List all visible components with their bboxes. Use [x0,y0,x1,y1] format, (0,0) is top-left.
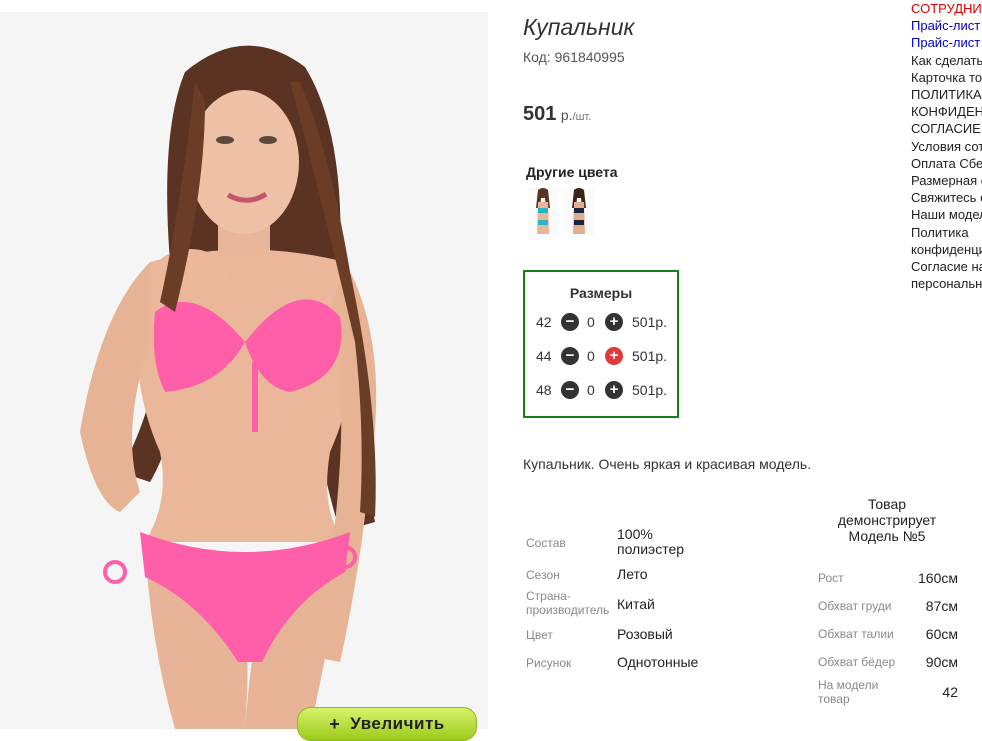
model-photo-illustration [0,12,488,729]
decrement-button[interactable]: − [561,313,579,331]
model-value: 60см [925,626,958,642]
menu-link[interactable]: Размерная сетка [911,172,982,189]
product-photo[interactable] [0,12,488,729]
color-variant-thumbnail-navy[interactable] [564,188,594,236]
swimsuit-navy-icon [564,188,594,236]
model-key: Обхват груди [818,599,892,613]
size-label: 44 [536,348,552,364]
menu-link[interactable]: Наши модели [911,206,982,223]
zoom-button[interactable]: + Увеличить [297,707,477,741]
size-label: 42 [536,314,552,330]
menu-link[interactable]: конфиденциальности [911,241,982,258]
size-label: 48 [536,382,552,398]
menu-link[interactable]: СОГЛАСИЕ [911,120,982,137]
price-currency: р. [560,107,573,123]
sizes-box: Размеры 42 − 0 + 501р. 44 − 0 + 501р. 48… [523,270,679,418]
model-value: 87см [925,598,958,614]
characteristic-key: Сезон [526,568,560,582]
increment-button[interactable]: + [605,347,623,365]
menu-link[interactable]: Согласие на обработку [911,258,982,275]
characteristic-key: Рисунок [526,656,572,670]
size-price: 501р. [632,348,668,364]
characteristic-key: Страна-производитель [526,589,610,617]
menu-link[interactable]: Как сделать заказ [911,52,982,69]
zoom-button-label: Увеличить [350,714,445,733]
menu-link[interactable]: Оплата Сбербанк [911,155,982,172]
model-value: 90см [925,654,958,670]
size-row: 48 − 0 + 501р. [525,380,677,400]
increment-button[interactable]: + [605,381,623,399]
characteristic-key: Состав [526,536,566,550]
menu-link[interactable]: Свяжитесь с нами [911,189,982,206]
side-menu: СОТРУДНИЧЕСТВО Прайс-лист Прайс-лист Как… [911,0,982,292]
decrement-button[interactable]: − [561,381,579,399]
product-description: Купальник. Очень яркая и красивая модель… [523,456,812,472]
menu-link[interactable]: Условия сотрудничества [911,138,982,155]
model-value: 42 [942,684,958,700]
size-price: 501р. [632,314,668,330]
decrement-button[interactable]: − [561,347,579,365]
menu-link[interactable]: СОТРУДНИЧЕСТВО [911,0,982,17]
characteristic-value: Однотонные [617,654,699,670]
quantity-value: 0 [587,382,595,398]
size-row: 42 − 0 + 501р. [525,312,677,332]
menu-link[interactable]: ПОЛИТИКА [911,86,982,103]
menu-link[interactable]: персональных данных [911,275,982,292]
product-title: Купальник [523,14,635,40]
color-variant-thumbnail-teal[interactable] [528,188,558,236]
price-amount: 501 [523,103,557,125]
model-heading: Товар демонстрирует Модель №5 [837,496,937,544]
model-key: Рост [818,571,844,585]
menu-link[interactable]: Политика [911,224,982,241]
size-row: 44 − 0 + 501р. [525,346,677,366]
menu-link[interactable]: Карточка товара [911,69,982,86]
price-per-unit: /шт. [572,111,592,123]
model-key: Обхват талии [818,627,894,641]
other-colors-heading: Другие цвета [526,164,618,180]
characteristic-value: 100% полиэстер [617,526,685,557]
characteristic-value: Китай [617,596,655,612]
size-price: 501р. [632,382,668,398]
sizes-heading: Размеры [569,285,633,301]
menu-link[interactable]: Прайс-лист [911,17,982,34]
increment-button[interactable]: + [605,313,623,331]
quantity-value: 0 [587,348,595,364]
product-price: 501 р./шт. [523,103,591,126]
model-key: Обхват бёдер [818,655,896,669]
model-key: На модели товар [818,678,879,706]
characteristic-key: Цвет [526,628,553,642]
product-code: Код: 961840995 [523,49,625,65]
characteristic-value: Розовый [617,626,673,642]
swimsuit-teal-icon [528,188,558,236]
characteristic-value: Лето [617,566,648,582]
model-value: 160см [918,570,958,586]
plus-icon: + [329,714,341,734]
menu-link[interactable]: КОНФИДЕНЦИАЛЬНОСТИ [911,103,982,120]
menu-link[interactable]: Прайс-лист [911,34,982,51]
quantity-value: 0 [587,314,595,330]
